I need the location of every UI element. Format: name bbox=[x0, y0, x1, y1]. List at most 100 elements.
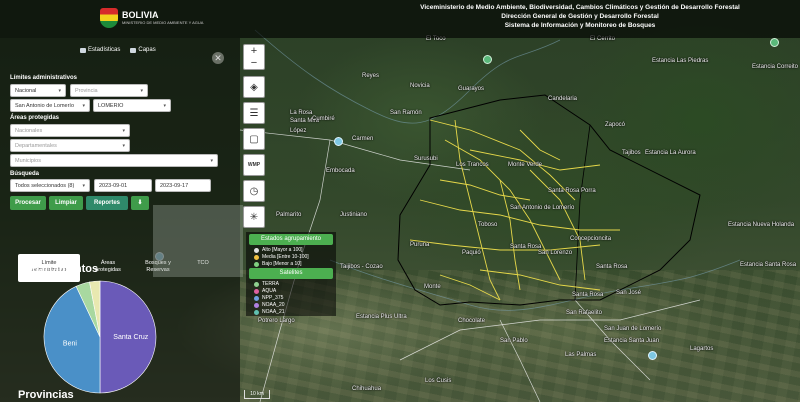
measure-button[interactable]: ✳ bbox=[243, 206, 265, 228]
place-label: Surusubi bbox=[414, 156, 438, 162]
app-header: BOLIVIA MINISTERIO DE MEDIO AMBIENTE Y A… bbox=[0, 0, 800, 38]
tco-select[interactable]: LOMERIO ▾ bbox=[93, 99, 171, 112]
wmp-button[interactable]: WMP bbox=[243, 154, 265, 176]
layers-icon: ◈ bbox=[250, 81, 258, 93]
place-label: San Ramón bbox=[390, 110, 422, 116]
place-label: Potrero Largo bbox=[258, 318, 295, 324]
chart-icon bbox=[80, 47, 86, 53]
date-from-value: 2023-09-01 bbox=[99, 183, 128, 189]
satellite-multiselect[interactable]: Todos seleccionados (8) ▾ bbox=[10, 179, 90, 192]
municipales-select[interactable]: Municipios ▾ bbox=[10, 154, 218, 167]
place-label: Embocada bbox=[326, 168, 355, 174]
place-label: Taijibos - Cozao bbox=[340, 264, 383, 270]
place-label: Guarayos bbox=[458, 86, 485, 92]
limpiar-button[interactable]: Limpiar bbox=[49, 196, 83, 210]
place-label: Paquió bbox=[462, 250, 481, 256]
legend-label: Media [Entre 10-100] bbox=[262, 254, 309, 260]
tco-value: LOMERIO bbox=[98, 103, 124, 109]
hamburger-icon: ☰ bbox=[249, 107, 259, 119]
tab-capas[interactable]: Capas bbox=[130, 47, 156, 53]
legend-swatch bbox=[254, 288, 259, 294]
place-label: Candelaria bbox=[548, 96, 578, 102]
header-title-line: Sistema de Información y Monitoreo de Bo… bbox=[504, 22, 656, 29]
legend-item: NPP_375 bbox=[254, 295, 283, 301]
legend-swatch bbox=[254, 302, 259, 308]
download-icon: ⬇ bbox=[137, 200, 143, 206]
place-label: Estancia La Aurora bbox=[645, 150, 696, 156]
tool-icon: ✳ bbox=[249, 211, 259, 223]
municipio-value: San Antonio de Lomerío bbox=[15, 103, 75, 109]
place-label: Cumbiré bbox=[312, 116, 335, 122]
brand-subtitle: MINISTERIO DE MEDIO AMBIENTE Y AGUA bbox=[122, 20, 204, 25]
wmp-icon: WMP bbox=[247, 162, 261, 168]
basemap-button[interactable]: ◈ bbox=[243, 76, 265, 98]
legend-estados-title: Estados agrupamiento bbox=[249, 234, 333, 245]
place-label: Monte bbox=[424, 284, 441, 290]
hotspot-marker[interactable] bbox=[483, 55, 492, 64]
legend-swatch bbox=[254, 281, 259, 287]
menu-button[interactable]: ☰ bbox=[243, 102, 265, 124]
place-label: San Rafaelito bbox=[566, 310, 603, 316]
header-titles: Viceministerio de Medio Ambiente, Biodiv… bbox=[380, 3, 780, 30]
bolivia-shield-icon bbox=[100, 8, 118, 28]
place-label: San José bbox=[616, 290, 642, 296]
header-title-line: Dirección General de Gestión y Desarroll… bbox=[501, 13, 659, 20]
place-label: Santa Rosa bbox=[572, 292, 604, 298]
legend-swatch bbox=[254, 295, 259, 301]
provincias-title: Provincias bbox=[18, 389, 74, 401]
tab-label: Estadísticas bbox=[88, 47, 121, 53]
close-icon[interactable]: ✕ bbox=[212, 52, 224, 64]
nivel-select[interactable]: Nacional ▾ bbox=[10, 84, 66, 97]
download-button[interactable]: ⬇ bbox=[131, 196, 149, 210]
provincia-select[interactable]: Provincia ▾ bbox=[70, 84, 148, 97]
legend-satelites-title: Satelites bbox=[249, 268, 333, 279]
date-to-input[interactable]: 2023-09-17 bbox=[155, 179, 211, 192]
municipio-select[interactable]: San Antonio de Lomerío ▾ bbox=[10, 99, 90, 112]
draw-button[interactable]: ▢ bbox=[243, 128, 265, 150]
legend-label: Bajo [Menor a 10] bbox=[262, 261, 302, 267]
map-legend: Estados agrupamiento Alto [Mayor a 100] … bbox=[246, 232, 336, 316]
zoom-out-icon[interactable]: − bbox=[251, 57, 257, 69]
date-from-input[interactable]: 2023-09-01 bbox=[94, 179, 152, 192]
municipales-placeholder: Municipios bbox=[15, 158, 41, 164]
departamentales-select[interactable]: Departamentales ▾ bbox=[10, 139, 130, 152]
place-label: Estancia Santa Juan bbox=[604, 338, 660, 344]
pie-slice-label: Beni bbox=[63, 341, 77, 348]
procesar-button[interactable]: Procesar bbox=[10, 196, 46, 210]
departamentos-pie-chart[interactable]: Santa Cruz Beni bbox=[42, 279, 162, 399]
legend-item: Media [Entre 10-100] bbox=[254, 254, 309, 260]
hotspot-marker[interactable] bbox=[648, 351, 657, 360]
nacionales-select[interactable]: Nacionales ▾ bbox=[10, 124, 130, 137]
busqueda-section-title: Búsqueda bbox=[10, 171, 40, 177]
legend-item: NOAA_20 bbox=[254, 302, 285, 308]
legend-item: NOAA_21 bbox=[254, 309, 285, 315]
tab-estadisticas[interactable]: Estadísticas bbox=[80, 47, 120, 53]
place-label: Santa Rosa Porra bbox=[548, 188, 596, 194]
legend-item: Alto [Mayor a 100] bbox=[254, 247, 303, 253]
brand-logo: BOLIVIA MINISTERIO DE MEDIO AMBIENTE Y A… bbox=[100, 8, 203, 28]
place-label: Chocolate bbox=[458, 318, 486, 324]
place-label: San Lorenzo bbox=[538, 250, 573, 256]
zoom-control[interactable]: + − bbox=[243, 44, 265, 70]
brand-name: BOLIVIA bbox=[122, 10, 159, 20]
hotspot-marker[interactable] bbox=[770, 38, 779, 47]
chevron-down-icon: ▾ bbox=[163, 103, 166, 109]
time-button[interactable]: ◷ bbox=[243, 180, 265, 202]
chevron-down-icon: ▾ bbox=[140, 88, 143, 94]
departamentales-placeholder: Departamentales bbox=[15, 143, 57, 149]
tab-label: Áreas protegidas bbox=[95, 260, 121, 273]
zoom-in-icon[interactable]: + bbox=[251, 45, 257, 57]
hotspot-marker[interactable] bbox=[334, 137, 343, 146]
reportes-button[interactable]: Reportes bbox=[86, 196, 128, 210]
legend-swatch bbox=[254, 309, 259, 315]
legend-label: NPP_375 bbox=[262, 295, 284, 301]
clock-icon: ◷ bbox=[249, 185, 259, 197]
legend-label: NOAA_21 bbox=[262, 309, 285, 315]
limits-section-title: Límites administrativos bbox=[10, 75, 78, 81]
place-label: La Rosa bbox=[290, 110, 313, 116]
place-label: Monte Verde bbox=[508, 162, 543, 168]
place-label: Estancia Plus Ultra bbox=[356, 314, 407, 320]
place-label: Estancia Las Piedras bbox=[652, 58, 709, 64]
place-label: Santa Rosa bbox=[510, 244, 542, 250]
road bbox=[499, 319, 541, 402]
